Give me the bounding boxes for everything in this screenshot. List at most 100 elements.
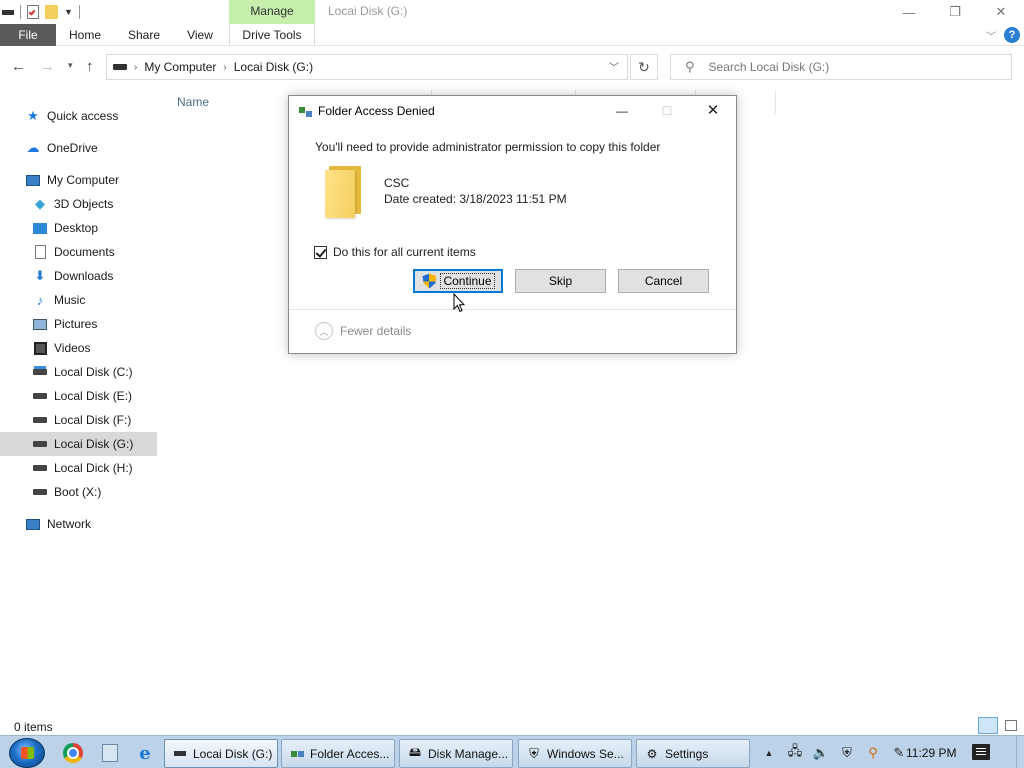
sidebar-item-label: Local Disk (F:)	[54, 413, 132, 427]
show-desktop-button[interactable]	[1016, 736, 1024, 768]
drive-icon[interactable]	[2, 9, 14, 15]
security-shield-icon[interactable]: ⛨	[838, 744, 856, 762]
chrome-icon[interactable]	[63, 743, 83, 763]
continue-button[interactable]: Continue	[413, 269, 503, 293]
cancel-button[interactable]: Cancel	[618, 269, 709, 293]
cube-icon: ◆	[35, 196, 45, 211]
show-hidden-icons-icon[interactable]: ▲	[760, 744, 778, 762]
skip-button[interactable]: Skip	[515, 269, 606, 293]
sidebar-item-boot-x[interactable]: Boot (X:)	[0, 480, 157, 504]
recent-locations-icon[interactable]: ▾	[68, 60, 73, 71]
sidebar-item-music[interactable]: ♪ Music	[0, 288, 157, 312]
gear-icon: ⚙	[646, 746, 658, 761]
tab-file[interactable]: File	[0, 24, 56, 46]
dialog-title-bar[interactable]: Folder Access Denied — ☐ ✕	[289, 96, 736, 126]
taskbar-item-label: Locai Disk (G:)	[193, 746, 273, 761]
large-icons-view-icon[interactable]	[1002, 717, 1020, 734]
address-bar[interactable]: › My Computer › Locai Disk (G:) ﹀	[106, 54, 628, 80]
sidebar-item-local-disk-h[interactable]: Local Dick (H:)	[0, 456, 157, 480]
forward-arrow-icon[interactable]: →	[40, 58, 55, 75]
breadcrumb-my-computer[interactable]: My Computer	[144, 60, 216, 74]
tab-home[interactable]: Home	[62, 24, 108, 46]
minimize-icon[interactable]: —	[886, 0, 932, 24]
action-center-icon[interactable]	[972, 744, 990, 760]
volume-icon[interactable]: 🔈	[812, 744, 830, 762]
breadcrumb-separator[interactable]: ›	[223, 62, 226, 73]
drive-icon	[32, 436, 48, 452]
item-count: 0 items	[14, 720, 53, 734]
drive-icon	[32, 460, 48, 476]
customize-toolbar-icon[interactable]: ▼	[64, 7, 73, 17]
sidebar-item-my-computer[interactable]: My Computer	[0, 168, 157, 192]
taskbar-item-folder-access[interactable]: Folder Acces...	[281, 739, 395, 768]
sidebar-item-local-disk-e[interactable]: Local Disk (E:)	[0, 384, 157, 408]
help-icon[interactable]: ?	[1004, 27, 1020, 43]
tab-view[interactable]: View	[182, 24, 218, 46]
taskbar-item-label: Settings	[665, 746, 709, 761]
sidebar-item-pictures[interactable]: Pictures	[0, 312, 157, 336]
status-bar: 0 items	[0, 713, 1024, 735]
sidebar-item-desktop[interactable]: Desktop	[0, 216, 157, 240]
expand-ribbon-icon[interactable]: ﹀	[986, 28, 996, 43]
sidebar-item-label: OneDrive	[47, 141, 98, 155]
properties-icon[interactable]	[27, 5, 39, 19]
checkbox-label: Do this for all current items	[333, 245, 476, 259]
sidebar-item-videos[interactable]: Videos	[0, 336, 157, 360]
close-icon[interactable]: ✕	[698, 100, 728, 122]
minimize-icon[interactable]: —	[607, 100, 637, 122]
taskbar-item-disk-management[interactable]: 🖴 Disk Manage...	[399, 739, 513, 768]
magnifier-icon[interactable]: ⚲	[864, 744, 882, 762]
apply-to-all-checkbox[interactable]: Do this for all current items	[314, 245, 476, 259]
fewer-details-toggle[interactable]: ︿ Fewer details	[315, 322, 411, 340]
sidebar-item-network[interactable]: Network	[0, 512, 157, 536]
sidebar-item-3d-objects[interactable]: ◆ 3D Objects	[0, 192, 157, 216]
network-icon	[25, 516, 41, 532]
search-box[interactable]: ⚲	[670, 54, 1012, 80]
breadcrumb-separator[interactable]: ›	[134, 62, 137, 73]
start-button-icon[interactable]	[9, 738, 45, 768]
details-view-icon[interactable]	[978, 717, 998, 734]
restore-icon[interactable]: ❐	[932, 0, 978, 24]
taskbar-clock[interactable]: 11:29 PM	[906, 746, 956, 760]
new-folder-icon[interactable]	[45, 5, 58, 19]
back-arrow-icon[interactable]: ←	[11, 58, 26, 75]
dialog-title: Folder Access Denied	[318, 104, 435, 118]
sidebar-item-local-disk-f[interactable]: Local Disk (F:)	[0, 408, 157, 432]
internet-explorer-icon[interactable]: e	[135, 743, 155, 764]
sidebar-item-label: Local Disk (C:)	[54, 365, 133, 379]
sidebar-item-documents[interactable]: Documents	[0, 240, 157, 264]
checkbox-checked-icon[interactable]	[314, 245, 327, 259]
window-controls: — ❐ ✕	[886, 0, 1024, 24]
file-manager-icon[interactable]	[100, 743, 120, 763]
taskbar-item-label: Windows Se...	[547, 746, 624, 761]
chevron-down-icon[interactable]: ﹀	[609, 59, 619, 74]
sidebar-item-quick-access[interactable]: ★ Quick access	[0, 104, 157, 128]
close-icon[interactable]: ✕	[978, 0, 1024, 24]
folder-name: CSC	[384, 176, 410, 190]
tab-share[interactable]: Share	[122, 24, 166, 46]
sidebar-item-label: Downloads	[54, 269, 114, 283]
network-icon[interactable]: 🖧	[786, 743, 804, 762]
sidebar-item-downloads[interactable]: ⬇ Downloads	[0, 264, 157, 288]
chevron-up-icon: ︿	[315, 322, 333, 340]
sidebar-item-label: 3D Objects	[54, 197, 114, 211]
column-header-name[interactable]: Name	[177, 95, 209, 109]
sidebar-item-onedrive[interactable]: ☁ OneDrive	[0, 136, 157, 160]
up-arrow-icon[interactable]: ↑	[86, 58, 94, 75]
taskbar-item-settings[interactable]: ⚙ Settings	[636, 739, 750, 768]
taskbar-item-windows-security[interactable]: ⛨ Windows Se...	[518, 739, 632, 768]
taskbar-item-local-disk[interactable]: Locai Disk (G:)	[164, 739, 278, 768]
drive-icon	[32, 364, 48, 380]
breadcrumb-current-drive[interactable]: Locai Disk (G:)	[234, 60, 313, 74]
search-input[interactable]	[708, 60, 989, 74]
ribbon-tabs: File Home Share View Drive Tools ﹀ ?	[0, 24, 1024, 46]
manage-context-tab[interactable]: Manage	[229, 0, 315, 24]
sidebar-item-local-disk-c[interactable]: Local Disk (C:)	[0, 360, 157, 384]
refresh-button[interactable]: ↻	[630, 54, 658, 80]
sidebar-item-label: Pictures	[54, 317, 98, 331]
mouse-cursor-icon	[453, 293, 465, 313]
tab-drive-tools[interactable]: Drive Tools	[229, 24, 315, 46]
sidebar-item-local-disk-g[interactable]: Locai Disk (G:)	[0, 432, 157, 456]
column-divider[interactable]	[775, 90, 776, 114]
sidebar-item-label: Local Disk (E:)	[54, 389, 133, 403]
